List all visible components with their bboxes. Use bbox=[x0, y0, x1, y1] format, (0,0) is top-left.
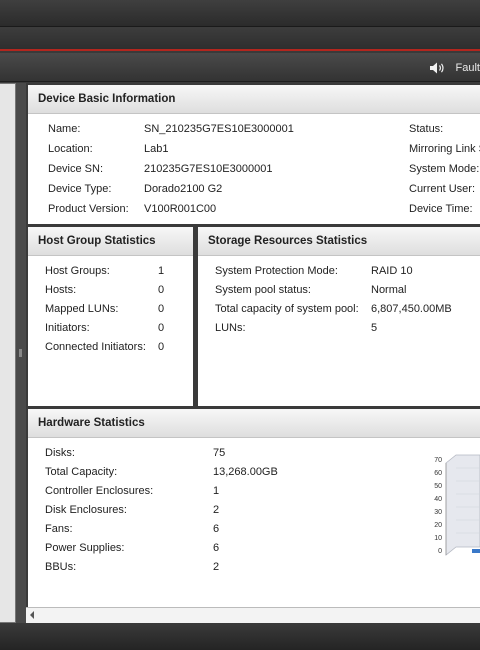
host-groups-value: 1 bbox=[158, 265, 165, 277]
controller-enclosures-value: 1 bbox=[213, 485, 220, 497]
system-protection-mode-value: RAID 10 bbox=[371, 265, 413, 277]
device-basic-info-title: Device Basic Information bbox=[28, 85, 480, 114]
initiators-value: 0 bbox=[158, 322, 165, 334]
system-pool-capacity-label: Total capacity of system pool: bbox=[215, 303, 359, 315]
chart-y-tick: 40 bbox=[434, 496, 442, 503]
luns-value: 5 bbox=[371, 322, 378, 334]
main-content: Device Basic Information Name: SN_210235… bbox=[26, 83, 480, 623]
storage-resources-stats-panel: Storage Resources Statistics System Prot… bbox=[198, 227, 480, 406]
toolbar: Fault bbox=[0, 53, 480, 82]
title-bar bbox=[0, 0, 480, 27]
current-user-label: Current User: bbox=[409, 183, 476, 195]
chart-y-tick: 70 bbox=[434, 457, 442, 464]
device-basic-info-panel: Device Basic Information Name: SN_210235… bbox=[28, 85, 480, 224]
system-pool-status-value: Normal bbox=[371, 284, 407, 296]
device-name-value: SN_210235G7ES10E3000001 bbox=[144, 123, 294, 135]
disk-chart: 70 60 50 40 30 20 10 0 bbox=[430, 449, 480, 589]
controller-enclosures-label: Controller Enclosures: bbox=[45, 485, 154, 497]
chart-bar bbox=[472, 549, 480, 553]
chart-y-tick: 10 bbox=[434, 535, 442, 542]
connected-initiators-label: Connected Initiators: bbox=[45, 341, 146, 353]
total-capacity-label: Total Capacity: bbox=[45, 466, 118, 478]
mapped-luns-label: Mapped LUNs: bbox=[45, 303, 119, 315]
product-version-label: Product Version: bbox=[48, 203, 129, 215]
fans-label: Fans: bbox=[45, 523, 73, 535]
device-type-label: Device Type: bbox=[48, 183, 112, 195]
chart-y-tick: 20 bbox=[434, 522, 442, 529]
panel-splitter[interactable] bbox=[16, 83, 26, 623]
system-mode-label: System Mode: bbox=[409, 163, 480, 175]
mirroring-link-label: Mirroring Link S bbox=[409, 143, 480, 155]
system-protection-mode-label: System Protection Mode: bbox=[215, 265, 338, 277]
hosts-label: Hosts: bbox=[45, 284, 77, 296]
horizontal-scrollbar[interactable] bbox=[26, 607, 480, 623]
power-supplies-label: Power Supplies: bbox=[45, 542, 125, 554]
status-bar bbox=[0, 623, 480, 650]
disk-enclosures-value: 2 bbox=[213, 504, 220, 516]
device-sn-label: Device SN: bbox=[48, 163, 104, 175]
fault-indicator[interactable]: Fault bbox=[429, 60, 480, 76]
device-sn-value: 210235G7ES10E3000001 bbox=[144, 163, 273, 175]
luns-label: LUNs: bbox=[215, 322, 246, 334]
system-pool-capacity-value: 6,807,450.00MB bbox=[371, 303, 452, 315]
host-group-stats-title: Host Group Statistics bbox=[28, 227, 193, 256]
menu-bar bbox=[0, 27, 480, 51]
navigation-tree-panel[interactable] bbox=[0, 83, 16, 623]
power-supplies-value: 6 bbox=[213, 542, 220, 554]
chart-y-tick: 60 bbox=[434, 470, 442, 477]
storage-resources-stats-title: Storage Resources Statistics bbox=[198, 227, 480, 256]
connected-initiators-value: 0 bbox=[158, 341, 165, 353]
device-name-label: Name: bbox=[48, 123, 81, 135]
initiators-label: Initiators: bbox=[45, 322, 90, 334]
chart-y-tick: 0 bbox=[438, 548, 442, 555]
speaker-icon bbox=[429, 62, 444, 74]
splitter-grip[interactable] bbox=[19, 349, 22, 357]
bbus-label: BBUs: bbox=[45, 561, 77, 573]
fault-label: Fault bbox=[455, 62, 480, 74]
chart-plot-area bbox=[445, 454, 480, 556]
mapped-luns-value: 0 bbox=[158, 303, 165, 315]
bbus-value: 2 bbox=[213, 561, 220, 573]
device-location-label: Location: bbox=[48, 143, 93, 155]
host-group-stats-panel: Host Group Statistics Host Groups: 1 Hos… bbox=[28, 227, 193, 406]
host-groups-label: Host Groups: bbox=[45, 265, 110, 277]
disk-enclosures-label: Disk Enclosures: bbox=[45, 504, 127, 516]
status-label: Status: bbox=[409, 123, 444, 135]
chart-y-tick: 50 bbox=[434, 483, 442, 490]
device-type-value: Dorado2100 G2 bbox=[144, 183, 223, 195]
fans-value: 6 bbox=[213, 523, 220, 535]
product-version-value: V100R001C00 bbox=[144, 203, 217, 215]
disks-value: 75 bbox=[213, 447, 226, 459]
disks-label: Disks: bbox=[45, 447, 75, 459]
scroll-left-icon[interactable] bbox=[30, 611, 34, 619]
hardware-stats-panel: Hardware Statistics Disks: 75 Total Capa… bbox=[28, 409, 480, 607]
system-pool-status-label: System pool status: bbox=[215, 284, 311, 296]
device-time-label: Device Time: bbox=[409, 203, 473, 215]
total-capacity-value: 13,268.00GB bbox=[213, 466, 278, 478]
hardware-stats-title: Hardware Statistics bbox=[28, 409, 480, 438]
hosts-value: 0 bbox=[158, 284, 165, 296]
chart-y-tick: 30 bbox=[434, 509, 442, 516]
device-location-value: Lab1 bbox=[144, 143, 169, 155]
